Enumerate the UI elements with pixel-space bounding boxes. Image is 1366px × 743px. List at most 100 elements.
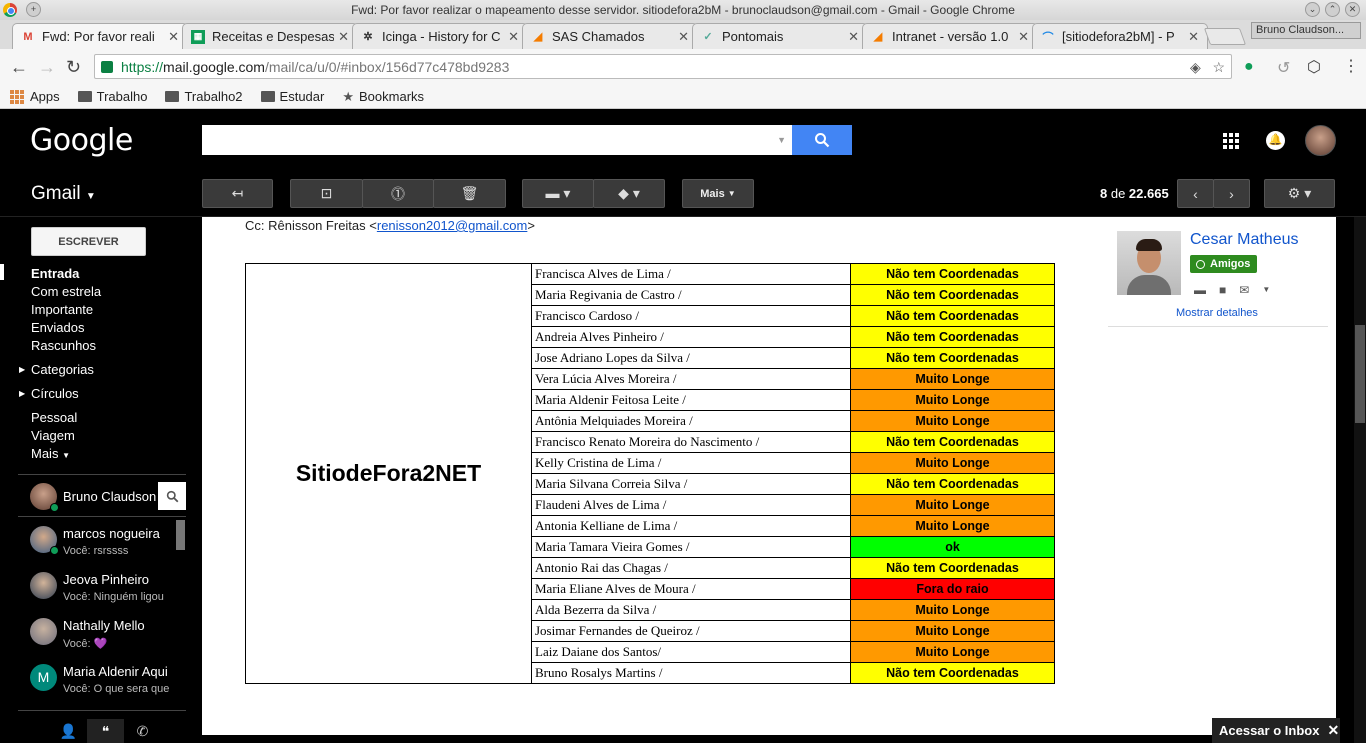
eye-icon[interactable]: ◈	[1190, 59, 1201, 75]
tab-close-icon[interactable]: ✕	[1018, 29, 1029, 45]
nav-categories[interactable]: Categorias	[31, 362, 94, 377]
tab-sitiodefora[interactable]: ⌒ [sitiodefora2bM] - P ✕	[1032, 23, 1208, 49]
active-indicator	[0, 264, 4, 280]
hangout-contact[interactable]: marcos nogueira Você: rsrssss	[30, 526, 180, 562]
circle-badge[interactable]: Amigos	[1190, 255, 1258, 273]
bookmark-apps[interactable]: Apps	[10, 89, 60, 104]
tab-pontomais[interactable]: ✓ Pontomais ✕	[692, 23, 868, 49]
close-window-icon[interactable]: ✕	[1345, 2, 1360, 17]
hangout-contact[interactable]: Jeova Pinheiro Você: Ninguém ligou	[30, 572, 180, 608]
google-apps-icon[interactable]	[1223, 133, 1239, 149]
nav-sent[interactable]: Enviados	[31, 320, 84, 335]
search-options-icon[interactable]: ▼	[777, 135, 786, 145]
back-icon[interactable]: ←	[10, 57, 28, 78]
compose-button[interactable]: ESCREVER	[31, 227, 146, 256]
tab-label: Receitas e Despesas	[212, 29, 335, 44]
account-avatar[interactable]	[1305, 125, 1336, 156]
nav-circles[interactable]: Círculos	[31, 386, 79, 401]
window-menu-icon[interactable]: +	[26, 2, 41, 17]
show-details-link[interactable]: Mostrar detalhes	[1176, 307, 1258, 319]
reload-icon[interactable]: ↻	[66, 57, 81, 78]
address-bar[interactable]: https:// mail.google.com /mail/ca/u/0/#i…	[94, 54, 1232, 79]
phone-icon[interactable]: ✆	[124, 723, 161, 740]
bookmark-label: Trabalho2	[184, 89, 243, 104]
expand-circles-icon[interactable]: ▶	[19, 389, 25, 398]
tab-label: Icinga - History for C	[382, 29, 501, 44]
cc-email-link[interactable]: renisson2012@gmail.com	[377, 218, 528, 233]
chat-icon[interactable]: ▬	[1194, 283, 1206, 297]
chrome-icon[interactable]	[3, 3, 17, 17]
close-icon[interactable]: ✕	[1327, 722, 1339, 739]
nav-inbox[interactable]: Entrada	[31, 266, 79, 281]
tab-close-icon[interactable]: ✕	[678, 29, 689, 45]
tab-close-icon[interactable]: ✕	[508, 29, 519, 45]
expand-categories-icon[interactable]: ▶	[19, 365, 25, 374]
report-spam-button[interactable]: ⓵	[362, 179, 434, 208]
tab-intranet[interactable]: ◢ Intranet - versão 1.0 ✕	[862, 23, 1038, 49]
archive-button[interactable]: ⊡	[290, 179, 363, 208]
hangouts-scrollbar[interactable]	[176, 520, 185, 550]
back-to-inbox-button[interactable]: ↤	[202, 179, 273, 208]
more-button[interactable]: Mais ▼	[682, 179, 754, 208]
bookmark-trabalho2[interactable]: Trabalho2	[165, 89, 243, 104]
settings-button[interactable]: ⚙ ▾	[1264, 179, 1335, 208]
nav-more[interactable]: Mais ▼	[31, 446, 70, 461]
bookmark-star-icon[interactable]: ☆	[1212, 59, 1225, 75]
tab-sas-chamados[interactable]: ◢ SAS Chamados ✕	[522, 23, 698, 49]
tab-gmail[interactable]: M Fwd: Por favor reali ✕	[12, 23, 188, 49]
forward-icon[interactable]: →	[38, 57, 56, 78]
extension-box-icon[interactable]: ⬡	[1307, 57, 1321, 77]
gmail-menu[interactable]: Gmail ▼	[31, 183, 96, 205]
hangouts-me[interactable]: Bruno Claudson	[30, 483, 156, 512]
bookmark-bookmarks[interactable]: ★ Bookmarks	[342, 89, 424, 105]
tab-close-icon[interactable]: ✕	[1188, 29, 1199, 45]
hangouts-icon[interactable]: ❝	[87, 719, 124, 743]
status-cell: Fora do raio	[850, 578, 1055, 600]
nav-important[interactable]: Importante	[31, 302, 93, 317]
contact-photo[interactable]	[1117, 231, 1181, 295]
nav-starred[interactable]: Com estrela	[31, 284, 101, 299]
tab-icinga[interactable]: ✲ Icinga - History for C ✕	[352, 23, 528, 49]
video-icon[interactable]: ■	[1219, 283, 1226, 297]
search-button[interactable]	[792, 125, 852, 155]
google-logo[interactable]: Google	[30, 123, 133, 158]
bookmark-trabalho[interactable]: Trabalho	[77, 89, 147, 104]
tab-close-icon[interactable]: ✕	[168, 29, 179, 45]
gmail-label: Gmail	[31, 183, 81, 204]
contacts-icon[interactable]: 👤	[50, 723, 87, 740]
profile-chip[interactable]: Bruno Claudson...	[1251, 22, 1361, 39]
status-cell: Muito Longe	[850, 452, 1055, 474]
tab-close-icon[interactable]: ✕	[338, 29, 349, 45]
chrome-menu-icon[interactable]: ⋮	[1343, 56, 1359, 76]
delete-button[interactable]: 🗑	[433, 179, 506, 208]
online-dot	[50, 503, 59, 512]
scrollbar-thumb[interactable]	[1355, 325, 1365, 423]
notifications-icon[interactable]: 🔔	[1266, 131, 1285, 150]
search-input[interactable]: ▼	[202, 125, 792, 155]
contact-card-name[interactable]: Cesar Matheus	[1190, 231, 1299, 249]
left-nav: ESCREVER Entrada Com estrela Importante …	[0, 217, 202, 743]
nav-travel[interactable]: Viagem	[31, 428, 75, 443]
hangout-contact[interactable]: M Maria Aldenir Aqui Você: O que sera qu…	[30, 664, 180, 700]
access-inbox-banner[interactable]: Acessar o Inbox ✕	[1212, 718, 1340, 743]
extension-evernote-icon[interactable]: ●	[1244, 58, 1254, 76]
older-button[interactable]: ›	[1213, 179, 1250, 208]
mail-icon[interactable]: ✉	[1239, 283, 1249, 297]
nav-personal[interactable]: Pessoal	[31, 410, 77, 425]
move-to-button[interactable]: ▬ ▾	[522, 179, 594, 208]
maximize-icon[interactable]: ⌃	[1325, 2, 1340, 17]
chevron-down-icon[interactable]: ▼	[1262, 283, 1270, 297]
hangout-contact[interactable]: Nathally Mello Você: 💜	[30, 618, 180, 654]
new-tab-button[interactable]	[1203, 28, 1247, 45]
extension-history-icon[interactable]: ↺	[1277, 58, 1290, 78]
tab-receitas[interactable]: ▦ Receitas e Despesas ✕	[182, 23, 358, 49]
hangouts-search-button[interactable]	[158, 482, 186, 510]
newer-button[interactable]: ‹	[1177, 179, 1214, 208]
labels-button[interactable]: ◆ ▾	[593, 179, 665, 208]
bookmark-estudar[interactable]: Estudar	[260, 89, 324, 104]
folder-icon: ▬ ▾	[545, 185, 571, 201]
page-scrollbar[interactable]	[1354, 217, 1366, 743]
tab-close-icon[interactable]: ✕	[848, 29, 859, 45]
nav-drafts[interactable]: Rascunhos	[31, 338, 96, 353]
minimize-icon[interactable]: ⌄	[1305, 2, 1320, 17]
